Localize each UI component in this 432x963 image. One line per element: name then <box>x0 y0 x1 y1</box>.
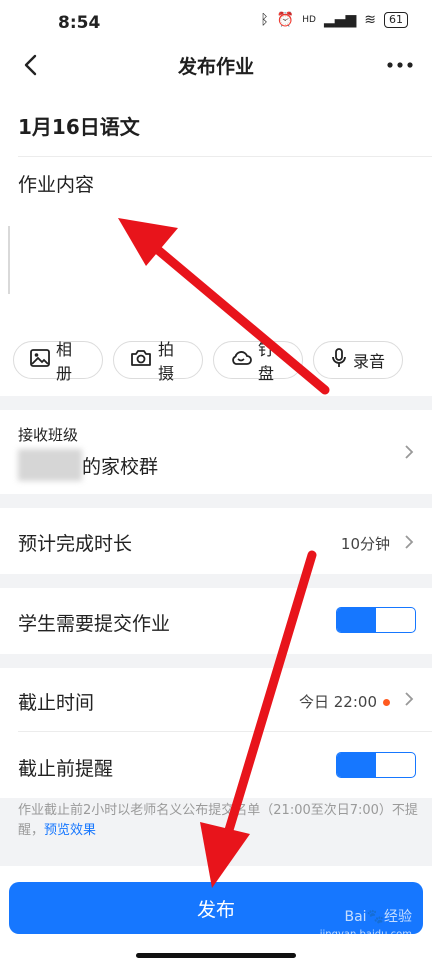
watermark-brand: Bai🐾经验 <box>344 909 412 925</box>
watermark: Bai🐾经验 jingyan.baidu.com <box>320 908 412 944</box>
status-bar: 8:54 ᛒ ⏰ HD ▂▄▆ ≋ 61 <box>0 0 432 44</box>
unread-dot <box>383 699 390 706</box>
cloud-icon <box>230 349 252 371</box>
more-icon[interactable] <box>382 50 418 80</box>
battery-icon: 61 <box>384 12 408 28</box>
bluetooth-icon: ᛒ <box>260 12 269 28</box>
dingpan-label: 钉盘 <box>258 340 275 383</box>
chevron-right-icon <box>405 445 414 459</box>
blurred-class-name <box>18 449 82 481</box>
album-button[interactable]: 相册 <box>13 340 103 383</box>
content-input[interactable]: 作业内容 <box>18 170 94 197</box>
home-indicator <box>136 953 296 958</box>
media-toolbar: 相册 拍摄 钉盘 录音 <box>13 340 403 383</box>
page-title: 发布作业 <box>177 56 254 78</box>
chevron-right-icon <box>405 692 414 706</box>
mic-icon <box>331 348 347 372</box>
preview-link[interactable]: 预览效果 <box>44 823 96 838</box>
hd-badge: HD <box>302 15 316 25</box>
chevron-right-icon <box>405 535 414 549</box>
camera-icon <box>130 349 152 371</box>
deadline-value[interactable]: 今日 22:00 <box>299 691 390 712</box>
alarm-icon: ⏰ <box>276 12 295 28</box>
homework-title[interactable]: 1月16日语文 <box>18 111 140 140</box>
wifi-icon: ≋ <box>364 12 376 28</box>
class-name: 的家校群 <box>82 456 159 478</box>
remind-toggle[interactable] <box>336 752 416 778</box>
shoot-label: 拍摄 <box>158 340 175 383</box>
nav-header: 发布作业 <box>0 44 432 88</box>
record-button[interactable]: 录音 <box>313 341 403 379</box>
text-cursor <box>8 226 10 294</box>
duration-label: 预计完成时长 <box>18 533 133 555</box>
divider <box>18 156 432 157</box>
signal-icon: ▂▄▆ <box>323 12 357 28</box>
deadline-time: 今日 22:00 <box>299 693 377 711</box>
divider <box>18 731 432 732</box>
deadline-label[interactable]: 截止时间 <box>18 688 94 715</box>
publish-label: 发布 <box>196 898 235 921</box>
duration-value: 10分钟 <box>340 535 390 553</box>
watermark-url: jingyan.baidu.com <box>319 929 412 940</box>
status-icons: ᛒ ⏰ HD ▂▄▆ ≋ 61 <box>260 12 408 28</box>
record-label: 录音 <box>352 352 385 371</box>
submit-toggle[interactable] <box>336 607 416 633</box>
remind-label: 截止前提醒 <box>18 758 114 780</box>
dingpan-button[interactable]: 钉盘 <box>213 340 303 383</box>
reminder-note: 作业截止前2小时以老师名义公布提交名单（21:00至次日7:00）不提醒，预览效… <box>18 801 418 841</box>
shoot-button[interactable]: 拍摄 <box>113 340 203 383</box>
submit-label: 学生需要提交作业 <box>18 613 171 635</box>
image-icon <box>30 349 50 371</box>
status-time: 8:54 <box>58 13 101 33</box>
album-label: 相册 <box>56 340 73 383</box>
receive-class-label: 接收班级 <box>18 426 79 444</box>
